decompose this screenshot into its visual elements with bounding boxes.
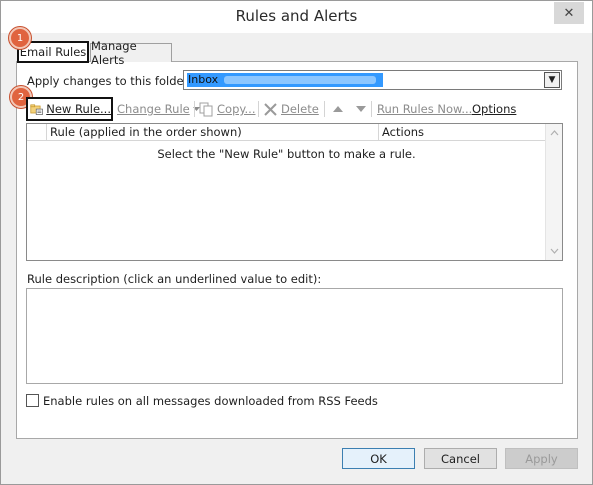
folder-select[interactable]: Inbox ▼: [183, 70, 562, 90]
scroll-up-icon[interactable]: [546, 125, 562, 141]
options-button[interactable]: Options: [472, 100, 516, 118]
toolbar-separator: [258, 101, 259, 117]
empty-rules-message: Select the "New Rule" button to make a r…: [157, 147, 416, 161]
new-rule-label: New Rule...: [46, 102, 111, 116]
callout-badge-1: 1: [9, 27, 31, 49]
copy-label: Copy...: [217, 102, 256, 116]
folder-value-text: Inbox: [188, 73, 219, 86]
window-title: Rules and Alerts: [235, 7, 358, 25]
cancel-button[interactable]: Cancel: [424, 448, 497, 469]
rss-rules-checkbox[interactable]: [26, 394, 39, 407]
chevron-down-icon: ▼: [548, 75, 556, 85]
toolbar-separator: [194, 101, 195, 117]
rules-and-alerts-dialog: Rules and Alerts ✕ Email Rules Manage Al…: [0, 0, 593, 485]
options-label: Options: [472, 102, 517, 116]
column-header-actions[interactable]: Actions: [379, 124, 545, 141]
title-bar: Rules and Alerts ✕: [1, 1, 592, 33]
close-button[interactable]: ✕: [554, 2, 584, 24]
run-rules-now-label: Run Rules Now...: [377, 102, 473, 116]
copy-icon: [199, 102, 213, 116]
run-rules-now-button[interactable]: Run Rules Now...: [377, 100, 472, 118]
delete-button[interactable]: Delete: [263, 100, 319, 118]
delete-icon: [264, 102, 277, 116]
tab-email-rules-label: Email Rules: [19, 45, 87, 59]
change-rule-button[interactable]: Change Rule: [117, 100, 201, 118]
redacted-email-address: [224, 76, 377, 84]
rule-description-label: Rule description (click an underlined va…: [27, 272, 322, 286]
delete-label: Delete: [281, 102, 319, 116]
column-header-rule[interactable]: Rule (applied in the order shown): [47, 124, 379, 141]
folder-selected-value: Inbox: [187, 73, 383, 87]
rules-list-scrollbar[interactable]: [545, 124, 562, 260]
toolbar-separator: [324, 101, 325, 117]
tab-manage-alerts-label: Manage Alerts: [91, 39, 137, 67]
scroll-down-icon[interactable]: [546, 243, 562, 259]
move-up-button[interactable]: [332, 100, 344, 118]
move-down-button[interactable]: [355, 100, 367, 118]
tab-manage-alerts[interactable]: Manage Alerts: [90, 39, 172, 67]
close-icon: ✕: [563, 5, 575, 21]
rss-rules-label[interactable]: Enable rules on all messages downloaded …: [43, 394, 378, 408]
change-rule-label: Change Rule: [117, 102, 190, 116]
folder-dropdown-button[interactable]: ▼: [544, 72, 560, 88]
new-rule-button[interactable]: New Rule...: [26, 97, 113, 121]
toolbar-separator: [371, 101, 372, 117]
new-rule-icon: [30, 103, 43, 115]
folder-label: Apply changes to this folder:: [27, 74, 192, 88]
rule-description-box[interactable]: [26, 288, 563, 384]
copy-button[interactable]: Copy...: [199, 100, 256, 118]
apply-button[interactable]: Apply: [505, 448, 578, 469]
column-header-checkbox: [27, 124, 47, 141]
ok-button[interactable]: OK: [342, 448, 415, 469]
move-down-icon: [356, 106, 366, 112]
rules-list[interactable]: Rule (applied in the order shown) Action…: [26, 123, 563, 261]
move-up-icon: [333, 106, 343, 112]
